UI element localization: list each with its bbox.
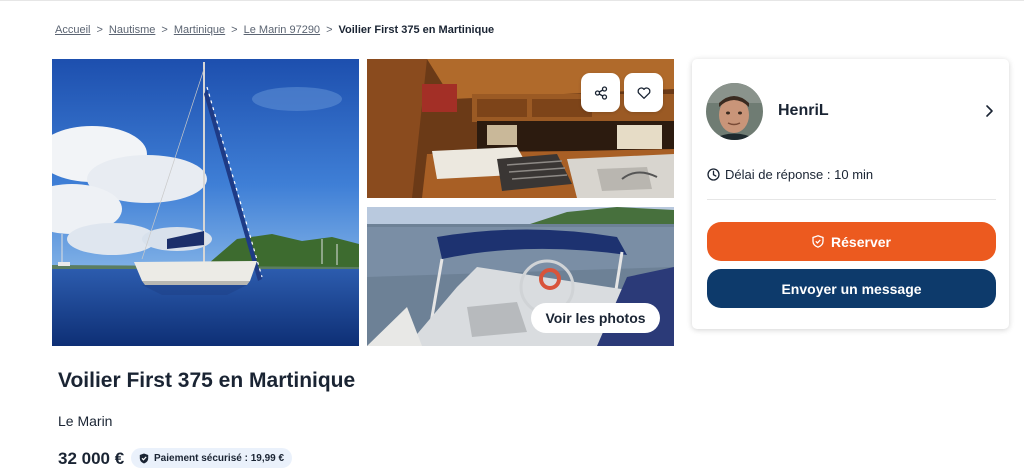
owner-name: HenriL <box>778 102 829 119</box>
chevron-right-icon <box>982 104 996 118</box>
heart-icon <box>637 86 650 99</box>
shield-icon <box>812 235 824 248</box>
shield-check-icon <box>139 453 149 463</box>
owner-avatar-image <box>706 82 763 140</box>
breadcrumb-le-marin[interactable]: Le Marin 97290 <box>244 24 320 36</box>
reserve-label: Réserver <box>831 233 891 250</box>
card-divider <box>707 199 996 200</box>
top-divider <box>0 0 1024 1</box>
main-photo[interactable] <box>52 59 359 346</box>
breadcrumb-home[interactable]: Accueil <box>55 24 90 36</box>
breadcrumb: Accueil > Nautisme > Martinique > Le Mar… <box>55 22 494 38</box>
breadcrumb-separator: > <box>96 24 103 36</box>
share-icon <box>594 85 607 100</box>
view-photos-button[interactable]: Voir les photos <box>531 303 660 333</box>
clock-icon <box>707 168 720 181</box>
listing-location: Le Marin <box>58 413 113 429</box>
secure-payment-badge: Paiement sécurisé : 19,99 € <box>131 448 293 468</box>
breadcrumb-separator: > <box>231 24 238 36</box>
listing-price: 32 000 € <box>58 449 125 468</box>
breadcrumb-current: Voilier First 375 en Martinique <box>338 24 495 36</box>
response-time: Délai de réponse : 10 min <box>707 167 873 182</box>
share-button[interactable] <box>581 73 620 112</box>
sailboat-photo <box>52 59 359 346</box>
favorite-button[interactable] <box>624 73 663 112</box>
secure-payment-label: Paiement sécurisé : 19,99 € <box>154 452 285 464</box>
avatar <box>706 82 763 140</box>
breadcrumb-separator: > <box>326 24 333 36</box>
send-message-button[interactable]: Envoyer un message <box>707 269 996 308</box>
booking-card: HenriL Délai de réponse : 10 min Réserve… <box>692 59 1009 329</box>
reserve-button[interactable]: Réserver <box>707 222 996 261</box>
breadcrumb-separator: > <box>161 24 168 36</box>
breadcrumb-nautisme[interactable]: Nautisme <box>109 24 155 36</box>
owner-profile-link[interactable]: HenriL <box>706 82 996 140</box>
response-time-label: Délai de réponse : 10 min <box>725 167 874 182</box>
breadcrumb-martinique[interactable]: Martinique <box>174 24 225 36</box>
listing-title: Voilier First 375 en Martinique <box>58 369 356 392</box>
